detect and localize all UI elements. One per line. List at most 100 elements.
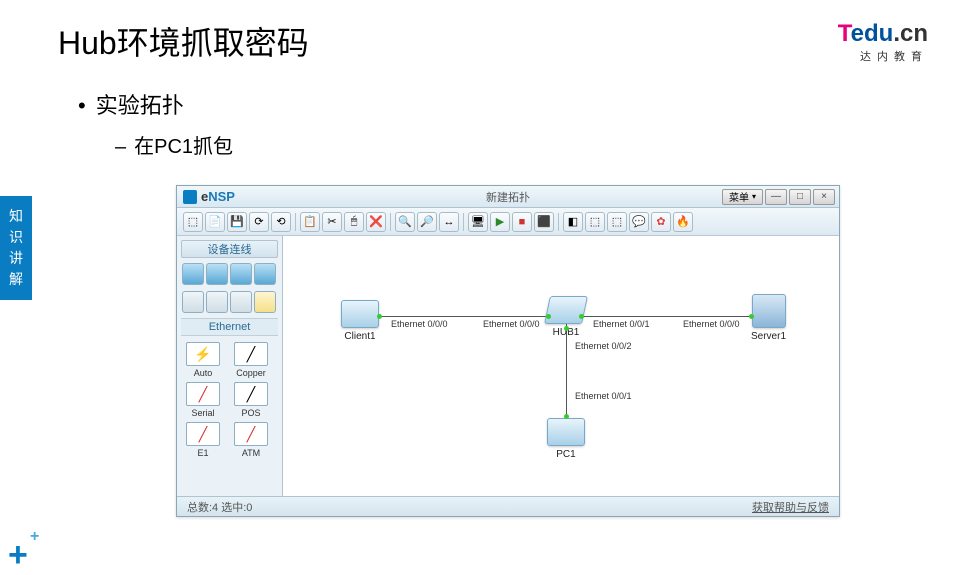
port-dot xyxy=(749,314,754,319)
tool-redo[interactable]: ⟳ xyxy=(249,212,269,232)
atm-icon: ╱ xyxy=(234,422,268,446)
conn-pos[interactable]: ╱POS xyxy=(229,382,273,418)
tool-capture[interactable]: ⬛ xyxy=(534,212,554,232)
node-pc[interactable]: PC1 xyxy=(547,418,585,460)
line-icon: ╱ xyxy=(234,342,268,366)
logo-subtitle: 达内教育 xyxy=(838,48,928,64)
conn-atm[interactable]: ╱ATM xyxy=(229,422,273,458)
link-client-hub[interactable] xyxy=(378,316,553,317)
category-row xyxy=(177,260,282,288)
menu-button[interactable]: 菜单▾ xyxy=(722,189,763,205)
tool-stop[interactable]: ■ xyxy=(512,212,532,232)
topology-canvas[interactable]: Ethernet 0/0/0 Ethernet 0/0/0 Ethernet 0… xyxy=(283,236,839,496)
link-hub-server[interactable] xyxy=(578,316,753,317)
plus-icon: + xyxy=(8,536,28,575)
status-help-link[interactable]: 获取帮助与反馈 xyxy=(752,499,829,515)
tool-layout1[interactable]: ◧ xyxy=(563,212,583,232)
toolbar: ⬚ 📄 💾 ⟳ ⟲ 📋 ✂ 🖱 ❌ 🔍 🔎 ↔ 🖥 ▶ ■ ⬛ ◧ ⬚ ⬚ 💬 … xyxy=(177,208,839,236)
port-dot xyxy=(564,414,569,419)
client-icon xyxy=(341,300,379,328)
category-row xyxy=(177,288,282,316)
pos-icon: ╱ xyxy=(234,382,268,406)
tool-hot[interactable]: 🔥 xyxy=(673,212,693,232)
tool-zoomin[interactable]: 🔍 xyxy=(395,212,415,232)
bullet-topology: 实验拓扑 xyxy=(78,88,184,120)
logo-t: T xyxy=(838,20,851,47)
page-title: Hub环境抓取密码 xyxy=(58,18,309,64)
conn-auto[interactable]: ⚡Auto xyxy=(181,342,225,378)
separator xyxy=(463,213,464,231)
connection-list: ⚡Auto ╱Copper ╱Serial ╱POS ╱E1 ╱ATM xyxy=(177,338,282,496)
device-palette: 设备连线 Ethernet ⚡Auto ╱Copper ╱Serial ╱P xyxy=(177,236,283,496)
tool-new[interactable]: ⬚ xyxy=(183,212,203,232)
conn-e1[interactable]: ╱E1 xyxy=(181,422,225,458)
side-tab-knowledge: 知识讲解 xyxy=(0,196,32,300)
cat-pc-icon[interactable] xyxy=(182,291,204,313)
hub-icon xyxy=(544,296,588,324)
section-label: Ethernet xyxy=(181,318,278,336)
pc-icon xyxy=(547,418,585,446)
logo-cn: .cn xyxy=(893,20,928,47)
port-dot xyxy=(564,326,569,331)
cat-firewall-icon[interactable] xyxy=(254,263,276,285)
cat-connection-icon[interactable] xyxy=(254,291,276,313)
plus-icon: + xyxy=(30,528,39,546)
port-label: Ethernet 0/0/2 xyxy=(575,341,632,351)
app-icon xyxy=(183,190,197,204)
status-count: 总数:4 选中:0 xyxy=(187,499,252,515)
cat-device-icon[interactable] xyxy=(230,291,252,313)
palette-header: 设备连线 xyxy=(181,240,278,258)
cat-cloud-icon[interactable] xyxy=(206,291,228,313)
cat-router-icon[interactable] xyxy=(182,263,204,285)
tool-save[interactable]: 💾 xyxy=(227,212,247,232)
tool-zoomout[interactable]: 🔎 xyxy=(417,212,437,232)
port-dot xyxy=(546,314,551,319)
ensp-window: eNSP 新建拓扑 菜单▾ — □ × ⬚ 📄 💾 ⟳ ⟲ 📋 ✂ 🖱 ❌ 🔍 … xyxy=(176,185,840,517)
statusbar: 总数:4 选中:0 获取帮助与反馈 xyxy=(177,496,839,516)
conn-serial[interactable]: ╱Serial xyxy=(181,382,225,418)
port-dot xyxy=(377,314,382,319)
tool-chat[interactable]: 💬 xyxy=(629,212,649,232)
serial-icon: ╱ xyxy=(186,382,220,406)
conn-copper[interactable]: ╱Copper xyxy=(229,342,273,378)
tool-paste[interactable]: 📋 xyxy=(300,212,320,232)
tool-delete[interactable]: ❌ xyxy=(366,212,386,232)
cat-switch-icon[interactable] xyxy=(206,263,228,285)
tool-fit[interactable]: ↔ xyxy=(439,212,459,232)
tool-undo[interactable]: ⟲ xyxy=(271,212,291,232)
port-dot xyxy=(579,314,584,319)
bullet-capture: 在PC1抓包 xyxy=(115,130,233,159)
node-client[interactable]: Client1 xyxy=(341,300,379,342)
node-label: PC1 xyxy=(556,449,575,460)
tool-cut[interactable]: ✂ xyxy=(322,212,342,232)
separator xyxy=(390,213,391,231)
port-label: Ethernet 0/0/0 xyxy=(683,319,740,329)
tool-select[interactable]: 🖱 xyxy=(344,212,364,232)
link-hub-pc[interactable] xyxy=(566,324,567,419)
maximize-button[interactable]: □ xyxy=(789,189,811,205)
window-title: 新建拓扑 xyxy=(486,189,530,205)
port-label: Ethernet 0/0/0 xyxy=(391,319,448,329)
tool-start[interactable]: ▶ xyxy=(490,212,510,232)
titlebar[interactable]: eNSP 新建拓扑 菜单▾ — □ × xyxy=(177,186,839,208)
port-label: Ethernet 0/0/1 xyxy=(593,319,650,329)
node-server[interactable]: Server1 xyxy=(751,294,786,342)
server-icon xyxy=(752,294,786,328)
node-label: Server1 xyxy=(751,331,786,342)
tool-layout3[interactable]: ⬚ xyxy=(607,212,627,232)
tool-settings[interactable]: ✿ xyxy=(651,212,671,232)
port-label: Ethernet 0/0/0 xyxy=(483,319,540,329)
cat-wlan-icon[interactable] xyxy=(230,263,252,285)
e1-icon: ╱ xyxy=(186,422,220,446)
tool-cli[interactable]: 🖥 xyxy=(468,212,488,232)
separator xyxy=(295,213,296,231)
separator xyxy=(558,213,559,231)
app-name: eNSP xyxy=(201,189,235,204)
close-button[interactable]: × xyxy=(813,189,835,205)
logo: Tedu.cn 达内教育 xyxy=(838,22,928,64)
tool-layout2[interactable]: ⬚ xyxy=(585,212,605,232)
tool-open[interactable]: 📄 xyxy=(205,212,225,232)
minimize-button[interactable]: — xyxy=(765,189,787,205)
logo-edu: edu xyxy=(851,20,894,47)
node-label: Client1 xyxy=(344,331,375,342)
